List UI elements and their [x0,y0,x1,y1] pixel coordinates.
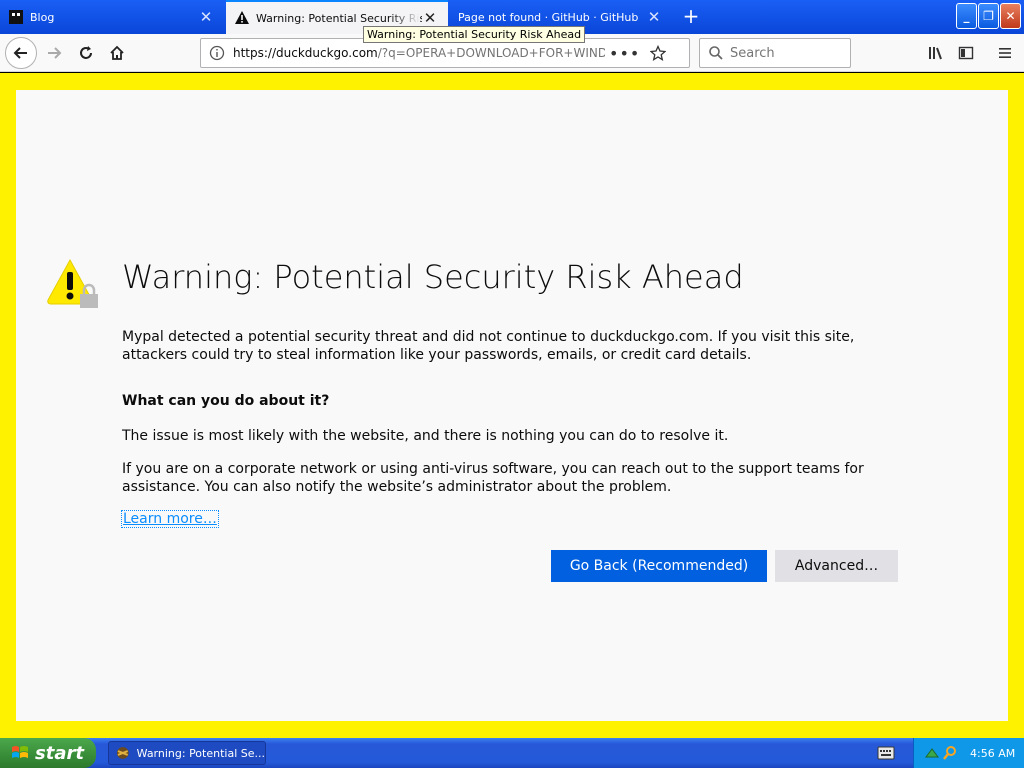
back-button[interactable] [5,37,37,69]
blog-favicon [9,10,23,24]
intro-text: Mypal detected a potential security thre… [122,329,855,363]
network-icon[interactable] [924,745,940,761]
reload-icon [80,46,92,59]
minimize-button[interactable]: _ [956,3,977,29]
hamburger-menu-icon [999,48,1011,58]
url-path: /?q=OPERA+DOWNLOAD+FOR+WINDOWS [377,46,605,60]
tab-label: Blog [30,10,55,24]
issue-text: The issue is most likely with the websit… [122,428,729,444]
search-tray-icon[interactable] [942,745,958,761]
warning-lock-icon [47,258,98,308]
info-icon[interactable] [209,45,225,61]
bookmark-star-icon[interactable] [650,45,667,61]
reload-button[interactable] [72,39,100,67]
close-window-button[interactable]: ✕ [1000,3,1021,29]
advanced-button[interactable]: Advanced… [775,550,898,582]
sidebar-icon [958,46,974,60]
corporate-text: If you are on a corporate network or usi… [122,461,864,495]
tab-label: Page not found · GitHub · GitHub [458,10,639,24]
warning-icon [235,11,249,24]
taskbar-item-label: Warning: Potential Se... [136,746,265,760]
library-icon [929,47,942,60]
system-tray: 4:56 AM [913,738,1024,768]
search-input[interactable] [730,45,840,61]
home-button[interactable] [103,39,131,67]
mypal-app-icon [116,747,129,759]
go-back-button[interactable]: Go Back (Recommended) [551,550,767,582]
tab-close-icon[interactable]: ✕ [198,9,214,25]
learn-more-link[interactable]: Learn more… [121,510,219,528]
url-host: https://duckduckgo.com [233,46,378,60]
section-heading: What can you do about it? [122,393,330,409]
error-page: Warning: Potential Security Risk Ahead M… [16,90,1008,721]
home-icon [110,45,124,60]
tab-blog[interactable]: Blog ✕ [0,1,224,33]
taskbar-item-browser[interactable]: Warning: Potential Se... [108,741,266,765]
taskbar: start Warning: Potential Se... 4:56 AM [0,738,1024,768]
search-icon [709,46,723,60]
tab-tooltip: Warning: Potential Security Risk Ahead [363,26,586,43]
forward-button[interactable] [40,39,68,67]
menu-button[interactable] [991,39,1019,67]
new-tab-button[interactable]: + [679,5,703,29]
start-label: start [35,742,84,764]
windows-flag-icon [12,746,28,758]
keyboard-icon[interactable] [877,746,895,760]
tab-close-icon[interactable]: ✕ [422,10,438,26]
library-button[interactable] [922,39,950,67]
sidebar-button[interactable] [952,39,980,67]
tab-close-icon[interactable]: ✕ [646,9,662,25]
page-actions-icon[interactable]: ••• [609,44,640,63]
forward-arrow-icon [48,47,62,59]
start-button[interactable]: start [0,738,96,768]
back-arrow-icon [13,47,27,59]
url-text[interactable]: https://duckduckgo.com/?q=OPERA+DOWNLOAD… [233,46,605,60]
restore-button[interactable]: ❐ [978,3,999,29]
search-bar[interactable] [699,38,851,68]
page-title: Warning: Potential Security Risk Ahead [122,258,744,296]
clock[interactable]: 4:56 AM [970,747,1015,760]
